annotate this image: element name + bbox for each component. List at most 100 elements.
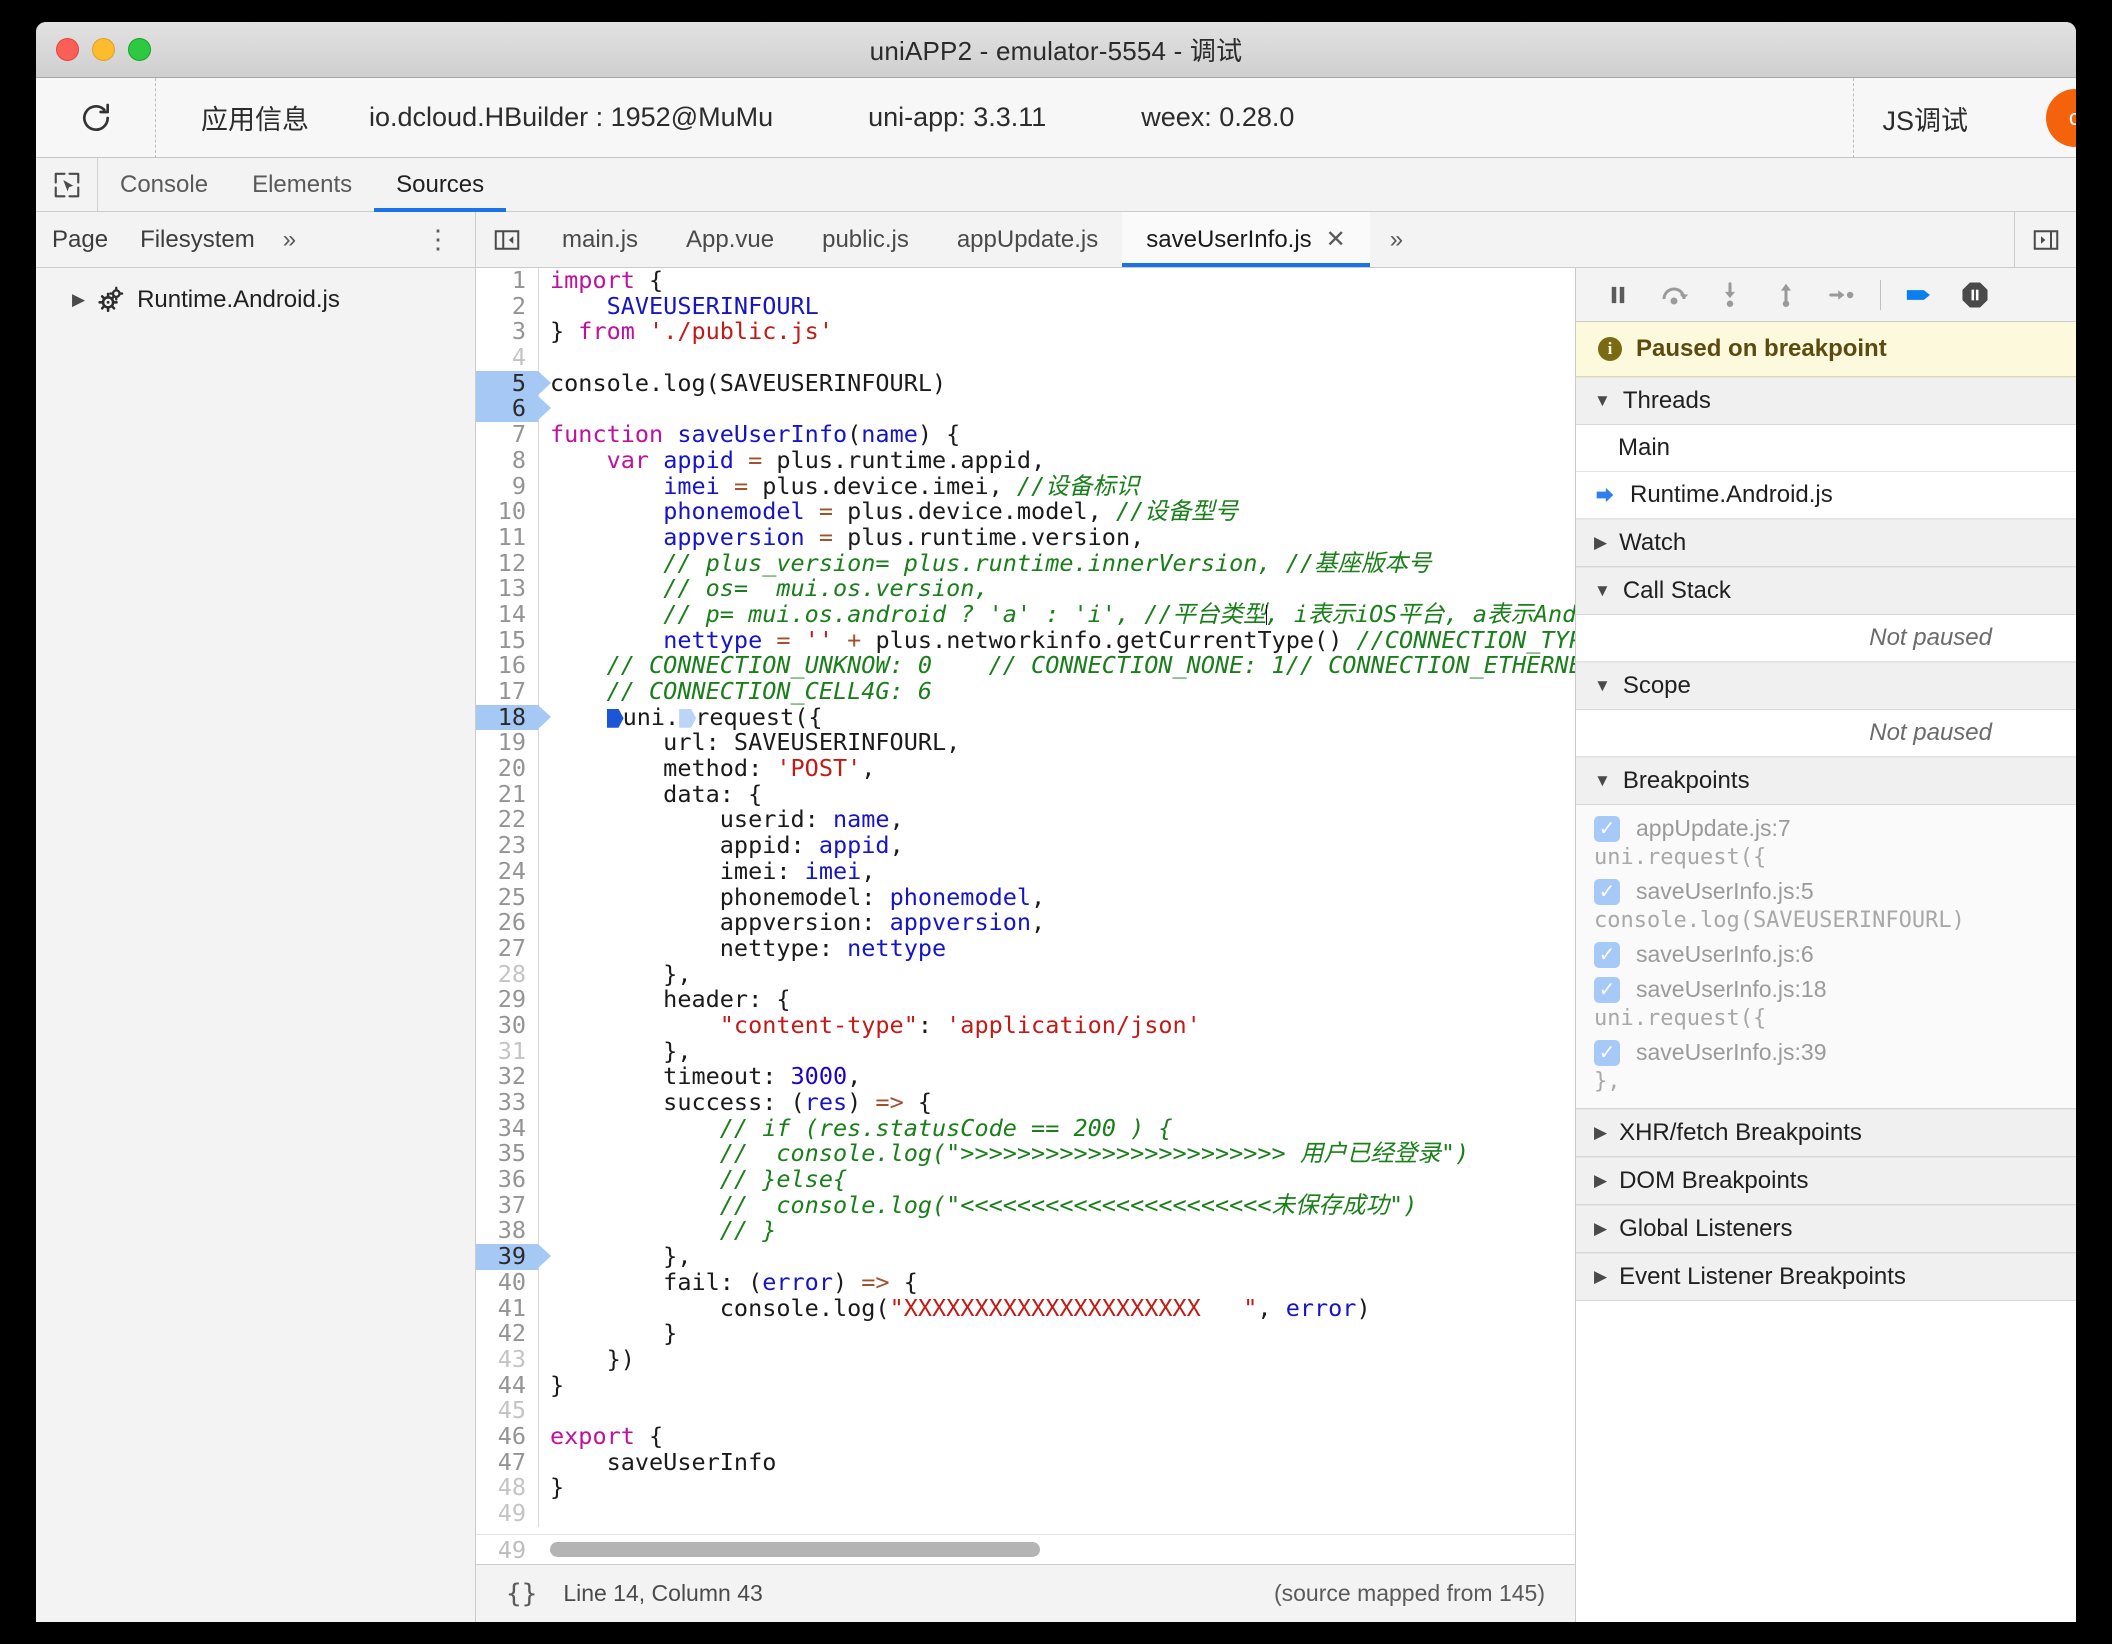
code-line[interactable]: 47 saveUserInfo bbox=[476, 1449, 1575, 1476]
code-line[interactable]: 42 } bbox=[476, 1320, 1575, 1347]
line-number[interactable]: 46 bbox=[476, 1423, 538, 1450]
line-number[interactable]: 42 bbox=[476, 1320, 538, 1347]
code-line[interactable]: 8 var appid = plus.runtime.appid, bbox=[476, 447, 1575, 474]
code-line[interactable]: 33 success: (res) => { bbox=[476, 1089, 1575, 1116]
js-debug-label[interactable]: JS调试 bbox=[1882, 99, 1968, 138]
line-number[interactable]: 17 bbox=[476, 678, 538, 705]
code-line[interactable]: 11 appversion = plus.runtime.version, bbox=[476, 524, 1575, 551]
code-line[interactable]: 21 data: { bbox=[476, 781, 1575, 808]
step-out-button[interactable] bbox=[1758, 268, 1814, 322]
line-number[interactable]: 49 bbox=[476, 1500, 538, 1527]
line-number[interactable]: 4 bbox=[476, 344, 538, 371]
pause-resume-button[interactable] bbox=[1590, 268, 1646, 322]
section-header-call-stack[interactable]: ▼ Call Stack bbox=[1576, 567, 2076, 615]
file-tab-public-js[interactable]: public.js bbox=[798, 212, 933, 267]
code-line[interactable]: 19 url: SAVEUSERINFOURL, bbox=[476, 730, 1575, 757]
line-number[interactable]: 37 bbox=[476, 1192, 538, 1219]
code-line[interactable]: 46 export { bbox=[476, 1423, 1575, 1450]
code-scroll-area[interactable]: 1 import {2 SAVEUSERINFOURL 3} from './pub… bbox=[476, 268, 1575, 1534]
line-number[interactable]: 7 bbox=[476, 421, 538, 448]
line-number[interactable]: 10 bbox=[476, 498, 538, 525]
code-line[interactable]: 29 header: { bbox=[476, 986, 1575, 1013]
code-line[interactable]: 39 }, bbox=[476, 1243, 1575, 1270]
code-line[interactable]: 44} bbox=[476, 1372, 1575, 1399]
more-options-icon[interactable]: ⋮ bbox=[425, 226, 451, 251]
code-line[interactable]: 16 // CONNECTION_UNKNOW: 0 // CONNECTION… bbox=[476, 652, 1575, 679]
file-tab-saveuserinfo-js[interactable]: saveUserInfo.js ✕ bbox=[1122, 212, 1370, 267]
section-header-xhr-fetch-breakpoints[interactable]: ▶ XHR/fetch Breakpoints bbox=[1576, 1109, 2076, 1157]
code-line[interactable]: 28 }, bbox=[476, 961, 1575, 988]
code-line[interactable]: 35 // console.log(">>>>>>>>>>>>>>>>>>>>>… bbox=[476, 1141, 1575, 1168]
line-number[interactable]: 24 bbox=[476, 858, 538, 885]
tab-sources[interactable]: Sources bbox=[374, 158, 507, 212]
thread-row-runtime-android-js[interactable]: Runtime.Android.js bbox=[1576, 472, 2076, 519]
code-line[interactable]: 27 nettype: nettype bbox=[476, 935, 1575, 962]
line-number[interactable]: 31 bbox=[476, 1038, 538, 1065]
code-line[interactable]: 40 fail: (error) => { bbox=[476, 1269, 1575, 1296]
code-line[interactable]: 7 function saveUserInfo(name) { bbox=[476, 421, 1575, 448]
code-line[interactable]: 34 // if (res.statusCode == 200 ) { bbox=[476, 1115, 1575, 1142]
thread-row-main[interactable]: Main bbox=[1576, 425, 2076, 472]
line-number[interactable]: 8 bbox=[476, 447, 538, 474]
inline-breakpoint-marker[interactable] bbox=[679, 708, 697, 728]
code-line[interactable]: 26 appversion: appversion, bbox=[476, 909, 1575, 936]
breakpoint-item[interactable]: ✓ saveUserInfo.js:39}, bbox=[1576, 1035, 2076, 1098]
step-into-button[interactable] bbox=[1702, 268, 1758, 322]
code-line[interactable]: 6 bbox=[476, 396, 1575, 423]
line-number[interactable]: 14 bbox=[476, 601, 538, 628]
line-number[interactable]: 13 bbox=[476, 576, 538, 602]
line-number[interactable]: 2 bbox=[476, 293, 538, 320]
breakpoint-checkbox[interactable]: ✓ bbox=[1594, 976, 1620, 1003]
line-number[interactable]: 27 bbox=[476, 935, 538, 962]
section-header-event-listener-breakpoints[interactable]: ▶ Event Listener Breakpoints bbox=[1576, 1253, 2076, 1301]
code-line[interactable]: 9 imei = plus.device.imei, //设备标识 bbox=[476, 473, 1575, 500]
status-badge[interactable]: o bbox=[2046, 89, 2076, 147]
code-line[interactable]: 38 // } bbox=[476, 1218, 1575, 1245]
code-line[interactable]: 45 bbox=[476, 1398, 1575, 1424]
line-number[interactable]: 6 bbox=[476, 396, 551, 423]
code-line[interactable]: 41 console.log("XXXXXXXXXXXXXXXXXXXXX ",… bbox=[476, 1295, 1575, 1322]
breakpoint-item[interactable]: ✓ saveUserInfo.js:6 bbox=[1576, 937, 2076, 972]
code-line[interactable]: 13 // os= mui.os.version, bbox=[476, 575, 1575, 602]
line-number[interactable]: 22 bbox=[476, 807, 538, 833]
code-line[interactable]: 30 "content-type": 'application/json' bbox=[476, 1012, 1575, 1039]
breakpoint-checkbox[interactable]: ✓ bbox=[1594, 878, 1620, 905]
code-line[interactable]: 4 bbox=[476, 344, 1575, 371]
breakpoint-checkbox[interactable]: ✓ bbox=[1594, 1039, 1620, 1066]
line-number[interactable]: 23 bbox=[476, 832, 538, 859]
step-button[interactable] bbox=[1814, 268, 1870, 322]
nav-more-tabs-icon[interactable]: » bbox=[271, 226, 308, 254]
line-number[interactable]: 38 bbox=[476, 1218, 538, 1244]
code-line[interactable]: 43 }) bbox=[476, 1346, 1575, 1373]
tab-elements[interactable]: Elements bbox=[230, 158, 374, 211]
breakpoint-item[interactable]: ✓ saveUserInfo.js:18 uni.request({ bbox=[1576, 972, 2076, 1035]
section-header-threads[interactable]: ▼ Threads bbox=[1576, 377, 2076, 425]
line-number[interactable]: 1 bbox=[476, 268, 538, 294]
code-line[interactable]: 49 bbox=[476, 1500, 1575, 1527]
breakpoint-item[interactable]: ✓ appUpdate.js:7 uni.request({ bbox=[1576, 811, 2076, 874]
section-header-breakpoints[interactable]: ▼ Breakpoints bbox=[1576, 757, 2076, 805]
line-number[interactable]: 19 bbox=[476, 730, 538, 756]
code-line[interactable]: 1 import { bbox=[476, 268, 1575, 294]
line-number[interactable]: 45 bbox=[476, 1398, 538, 1424]
line-number[interactable]: 5 bbox=[476, 370, 551, 397]
line-number[interactable]: 41 bbox=[476, 1295, 538, 1322]
line-number[interactable]: 44 bbox=[476, 1372, 538, 1399]
line-number[interactable]: 18 bbox=[476, 704, 551, 731]
line-number[interactable]: 36 bbox=[476, 1166, 538, 1193]
file-tab-appupdate-js[interactable]: appUpdate.js bbox=[933, 212, 1122, 267]
line-number[interactable]: 15 bbox=[476, 627, 538, 654]
line-number[interactable]: 29 bbox=[476, 987, 538, 1013]
horizontal-scrollbar-thumb[interactable] bbox=[550, 1541, 1040, 1557]
line-number[interactable]: 28 bbox=[476, 961, 538, 988]
code-line[interactable]: 10 phonemodel = plus.device.model, //设备型… bbox=[476, 498, 1575, 525]
line-number[interactable]: 20 bbox=[476, 755, 538, 782]
nav-tree-item-runtime-android-js[interactable]: ▶ Runtime.Android.js bbox=[36, 282, 475, 318]
line-number[interactable]: 9 bbox=[476, 473, 538, 500]
more-tabs-icon[interactable]: » bbox=[1370, 212, 1423, 267]
line-number[interactable]: 33 bbox=[476, 1089, 538, 1116]
line-number[interactable]: 34 bbox=[476, 1115, 538, 1142]
code-line[interactable]: 14 // p= mui.os.android ? 'a' : 'i', //平… bbox=[476, 601, 1575, 628]
line-number[interactable]: 26 bbox=[476, 909, 538, 936]
line-number[interactable]: 30 bbox=[476, 1012, 538, 1039]
